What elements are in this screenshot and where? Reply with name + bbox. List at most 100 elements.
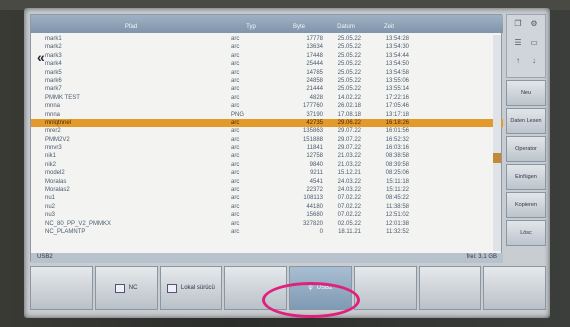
softkey-loeschen[interactable]: Lösc [506, 220, 546, 246]
softkey-einfuegen[interactable]: Einfügen [506, 164, 546, 190]
file-row[interactable]: nu3 arc 15680 07.02.22 12:51:02 [31, 211, 503, 219]
file-time: 16:01:56 [385, 128, 409, 135]
file-row[interactable]: mark1 arc 17778 25.05.22 13:54:28 [31, 35, 503, 43]
file-date: 25.05.22 [337, 86, 361, 93]
file-time: 13:17:18 [385, 111, 409, 118]
softkey-operator[interactable]: Operator [506, 136, 546, 162]
file-typ: arc [231, 136, 240, 143]
file-byte: 177760 [302, 103, 323, 110]
file-row[interactable]: mark4 arc 25444 25.05.22 13:54:50 [31, 60, 503, 68]
col-header-time[interactable]: Zeit [365, 15, 413, 33]
file-typ: arc [231, 94, 240, 101]
file-row[interactable]: nik2 arc 9840 21.03.22 08:39:58 [31, 161, 503, 169]
up-icon[interactable]: ↑ [511, 56, 525, 73]
file-byte: 22372 [306, 187, 323, 194]
file-time: 08:39:58 [385, 161, 409, 168]
scrollbar-thumb[interactable] [493, 153, 501, 163]
file-time: 12:01:38 [385, 220, 409, 227]
softkey-kopieren[interactable]: Kopieren [506, 192, 546, 218]
copy-icon[interactable]: ❐ [511, 19, 525, 36]
file-row[interactable]: mnvr3 arc 11841 29.07.22 16:03:16 [31, 144, 503, 152]
file-row[interactable]: mnna PNG 37190 17.08.18 13:17:18 [31, 111, 503, 119]
file-time: 13:54:30 [385, 44, 409, 51]
file-name: nu2 [45, 203, 56, 210]
file-date: 07.02.22 [337, 212, 361, 219]
softkey-daten-lesen[interactable]: Daten Lesen [506, 108, 546, 134]
file-date: 14.02.22 [337, 94, 361, 101]
file-byte: 25444 [306, 61, 323, 68]
file-time: 16:03:16 [385, 145, 409, 152]
file-typ: arc [231, 128, 240, 135]
file-time: 17:22:16 [385, 94, 409, 101]
file-name: NC_PLAMNTP [45, 228, 86, 235]
file-byte: 11841 [306, 145, 323, 152]
down-icon[interactable]: ↓ [527, 56, 541, 73]
softkey-empty-3[interactable] [353, 266, 417, 310]
file-byte: 327820 [302, 220, 323, 227]
file-name: model2 [45, 170, 65, 177]
file-row[interactable]: mark2 arc 13634 25.05.22 13:54:30 [31, 43, 503, 51]
hmi-screen: Pfad Typ Byte Datum Zeit « mark1 arc 17778… [24, 8, 550, 318]
file-typ: arc [231, 61, 240, 68]
file-row[interactable]: mark7 arc 21444 25.05.22 13:55:14 [31, 85, 503, 93]
file-date: 21.03.22 [337, 153, 361, 160]
col-header-typ[interactable]: Typ [231, 15, 271, 33]
file-time: 13:54:44 [385, 52, 409, 59]
file-row[interactable]: mark5 arc 14785 25.05.22 13:54:58 [31, 69, 503, 77]
file-name: mark2 [45, 44, 62, 51]
softkey-neu[interactable]: Neu [506, 80, 546, 106]
file-byte: 13634 [306, 44, 323, 51]
softkey-nc[interactable]: NC [94, 266, 158, 310]
file-row[interactable]: PMMK TEST arc 4828 14.02.22 17:22:16 [31, 94, 503, 102]
file-typ: arc [231, 153, 240, 160]
status-bar: USB2 frei: 3.1 GB [31, 253, 503, 263]
file-name: mark7 [45, 86, 62, 93]
list-icon[interactable]: ☰ [511, 38, 525, 55]
softkey-lokal[interactable]: Lokal sürücü [159, 266, 223, 310]
softkey-empty-4[interactable] [418, 266, 482, 310]
file-row[interactable]: mark3 arc 17448 25.05.22 13:54:44 [31, 52, 503, 60]
file-row[interactable]: PMM2V2 arc 151888 29.07.22 16:52:32 [31, 136, 503, 144]
file-row[interactable]: mrer2 arc 135863 29.07.22 16:01:56 [31, 127, 503, 135]
softkey-empty-1[interactable] [30, 266, 93, 310]
file-typ: arc [231, 119, 240, 126]
file-time: 13:54:28 [385, 36, 409, 42]
file-byte: 9211 [310, 170, 323, 177]
file-date: 02.05.22 [337, 220, 361, 227]
file-row[interactable]: NC_80_PP_V2_PMMKX arc 327820 02.05.22 12:01:… [31, 220, 503, 228]
col-header-date[interactable]: Datum [327, 15, 365, 33]
file-row[interactable]: Moralas arc 4541 24.03.22 15:11:18 [31, 178, 503, 186]
file-browser: Pfad Typ Byte Datum Zeit « mark1 arc 17778… [30, 14, 503, 263]
file-row[interactable]: Moralas2 arc 22372 24.03.22 15:11:22 [31, 186, 503, 194]
file-row[interactable]: mnlqtnnel arc 42735 29.06.22 16:18:26 [31, 118, 503, 128]
file-time: 11:38:58 [386, 203, 409, 210]
file-byte: 135863 [302, 128, 323, 135]
file-date: 29.07.22 [337, 128, 361, 135]
file-row[interactable]: NC_PLAMNTP arc 0 18.11.21 11:32:52 [31, 228, 503, 236]
file-row[interactable]: nu2 arc 44180 07.02.22 11:38:58 [31, 203, 503, 211]
tool-icon[interactable]: ⚙ [527, 19, 541, 36]
file-typ: arc [231, 69, 240, 76]
file-row[interactable]: nu1 arc 108113 07.02.22 08:45:22 [31, 194, 503, 202]
col-header-name[interactable]: Pfad [31, 15, 231, 33]
mode-icons: ❐ ⚙ ☰ ▭ ↑ ↓ [506, 14, 546, 78]
col-header-byte[interactable]: Byte [271, 15, 327, 33]
file-row[interactable]: mark6 arc 24858 25.05.22 13:55:06 [31, 77, 503, 85]
file-date: 07.02.22 [337, 195, 361, 202]
scrollbar[interactable] [493, 35, 501, 251]
file-name: mnlqtnnel [45, 119, 72, 126]
file-typ: arc [231, 220, 240, 227]
file-byte: 12758 [306, 153, 323, 160]
file-byte: 9840 [309, 161, 323, 168]
window-icon[interactable]: ▭ [527, 38, 541, 55]
file-typ: arc [231, 161, 240, 168]
softkey-nc-label: NC [128, 285, 138, 291]
file-name: mark5 [45, 69, 62, 76]
file-typ: arc [231, 228, 240, 235]
file-row[interactable]: model2 arc 9211 15.12.21 08:25:06 [31, 169, 503, 177]
file-typ: arc [231, 178, 240, 185]
file-row[interactable]: nik1 arc 12758 21.03.22 08:38:58 [31, 152, 503, 160]
softkey-empty-5[interactable] [483, 266, 546, 310]
file-date: 25.05.22 [337, 36, 361, 42]
file-row[interactable]: mnna arc 177760 26.02.18 17:05:46 [31, 102, 503, 110]
